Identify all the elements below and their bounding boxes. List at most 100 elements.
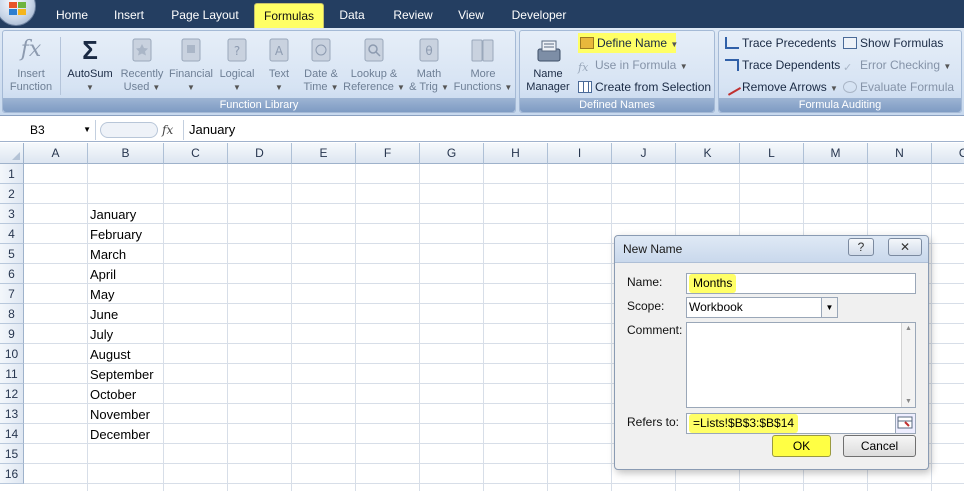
tab-page-layout[interactable]: Page Layout [162, 0, 248, 28]
column-header-k[interactable]: K [676, 143, 740, 164]
collapse-dialog-icon[interactable] [895, 414, 915, 433]
comment-textarea[interactable]: ▲ ▼ [686, 322, 916, 408]
row-header-15[interactable]: 15 [0, 444, 24, 464]
cancel-button[interactable]: Cancel [843, 435, 916, 457]
column-header-d[interactable]: D [228, 143, 292, 164]
financial-button[interactable]: Financial ▼ [167, 33, 215, 99]
evaluate-formula-button[interactable]: Evaluate Formula [843, 77, 954, 97]
tab-home[interactable]: Home [46, 0, 98, 28]
column-header-n[interactable]: N [868, 143, 932, 164]
formula-input[interactable]: January [183, 120, 964, 140]
row-header-3[interactable]: 3 [0, 204, 24, 224]
row-header-12[interactable]: 12 [0, 384, 24, 404]
logical-button[interactable]: ? Logical ▼ [215, 33, 259, 99]
cell-b14[interactable]: December [88, 424, 164, 444]
cell-b13[interactable]: November [88, 404, 164, 424]
column-header-e[interactable]: E [292, 143, 356, 164]
define-name-button[interactable]: Define Name ▼ [578, 33, 678, 53]
help-button[interactable]: ? [848, 238, 874, 256]
name-manager-button[interactable]: Name Manager [522, 33, 574, 99]
autosum-button[interactable]: Σ AutoSum ▼ [63, 33, 117, 99]
close-button[interactable]: ✕ [888, 238, 922, 256]
tab-formulas[interactable]: Formulas [254, 3, 324, 28]
formula-bar-resize-handle[interactable] [100, 122, 158, 138]
remove-arrows-button[interactable]: Remove Arrows ▼ [722, 77, 838, 97]
formula-auditing-group: Trace Precedents Trace Dependents Remove… [718, 30, 962, 113]
date-time-button[interactable]: Date & Time ▼ [299, 33, 343, 99]
show-formulas-button[interactable]: Show Formulas [843, 33, 943, 53]
row-header-4[interactable]: 4 [0, 224, 24, 244]
gridline-vertical [227, 164, 228, 491]
cell-b12[interactable]: October [88, 384, 164, 404]
column-header-m[interactable]: M [804, 143, 868, 164]
row-header-16[interactable]: 16 [0, 464, 24, 484]
cell-b11[interactable]: September [88, 364, 164, 384]
recently-used-button[interactable]: Recently Used ▼ [117, 33, 167, 99]
column-header-a[interactable]: A [24, 143, 88, 164]
insert-function-fx-icon[interactable]: fx [162, 120, 173, 140]
cell-b9[interactable]: July [88, 324, 164, 344]
dialog-title-bar[interactable]: New Name ? ✕ [615, 236, 928, 263]
error-checking-button[interactable]: ✓ Error Checking ▼ [843, 55, 951, 75]
chevron-down-icon: ▼ [679, 62, 688, 71]
tab-developer[interactable]: Developer [504, 0, 574, 28]
cell-b10[interactable]: August [88, 344, 164, 364]
scope-select[interactable]: Workbook ▼ [686, 297, 838, 318]
range-select-icon [897, 416, 913, 429]
row-header-8[interactable]: 8 [0, 304, 24, 324]
tab-insert[interactable]: Insert [104, 0, 154, 28]
column-header-i[interactable]: I [548, 143, 612, 164]
row-header-5[interactable]: 5 [0, 244, 24, 264]
row-header-9[interactable]: 9 [0, 324, 24, 344]
cell-b8[interactable]: June [88, 304, 164, 324]
row-header-7[interactable]: 7 [0, 284, 24, 304]
row-header-2[interactable]: 2 [0, 184, 24, 204]
row-header-1[interactable]: 1 [0, 164, 24, 184]
row-header-10[interactable]: 10 [0, 344, 24, 364]
refers-to-input[interactable]: =Lists!$B$3:$B$14 [686, 413, 916, 434]
column-header-b[interactable]: B [88, 143, 164, 164]
math-trig-button[interactable]: θ Math & Trig ▼ [405, 33, 453, 99]
office-button[interactable] [0, 0, 36, 26]
cell-b6[interactable]: April [88, 264, 164, 284]
book-star-icon [132, 38, 152, 62]
row-header-11[interactable]: 11 [0, 364, 24, 384]
tab-view[interactable]: View [450, 0, 492, 28]
defined-names-group: Name Manager Define Name ▼ fx Use in Form… [519, 30, 715, 113]
insert-function-button[interactable]: fx Insert Function [5, 33, 57, 99]
date-time-label-1: Date & [304, 68, 338, 80]
column-header-j[interactable]: J [612, 143, 676, 164]
lookup-reference-button[interactable]: Lookup & Reference ▼ [343, 33, 405, 99]
ok-button[interactable]: OK [772, 435, 831, 457]
create-from-selection-button[interactable]: Create from Selection [578, 77, 711, 97]
column-header-h[interactable]: H [484, 143, 548, 164]
name-input[interactable]: Months [686, 273, 916, 294]
name-box[interactable]: B3 ▼ [0, 120, 96, 140]
more-functions-button[interactable]: More Functions ▼ [453, 33, 513, 99]
column-header-o[interactable]: O [932, 143, 964, 164]
comment-scrollbar[interactable]: ▲ ▼ [901, 323, 915, 407]
row-header-13[interactable]: 13 [0, 404, 24, 424]
text-functions-button[interactable]: A Text ▼ [259, 33, 299, 99]
cell-b5[interactable]: March [88, 244, 164, 264]
trace-dependents-button[interactable]: Trace Dependents [725, 55, 840, 75]
cell-b4[interactable]: February [88, 224, 164, 244]
use-in-formula-button[interactable]: fx Use in Formula ▼ [578, 55, 688, 75]
row-header-14[interactable]: 14 [0, 424, 24, 444]
evaluate-formula-icon [843, 81, 857, 93]
column-header-g[interactable]: G [420, 143, 484, 164]
chevron-down-icon[interactable]: ▼ [821, 298, 837, 317]
tab-data[interactable]: Data [330, 0, 374, 28]
tab-review[interactable]: Review [386, 0, 440, 28]
cell-b7[interactable]: May [88, 284, 164, 304]
column-header-c[interactable]: C [164, 143, 228, 164]
row-header-6[interactable]: 6 [0, 264, 24, 284]
scroll-down-icon[interactable]: ▼ [902, 398, 915, 405]
chevron-down-icon[interactable]: ▼ [83, 120, 91, 140]
column-header-l[interactable]: L [740, 143, 804, 164]
cell-b3[interactable]: January [88, 204, 164, 224]
select-all-corner[interactable] [0, 143, 24, 164]
scroll-up-icon[interactable]: ▲ [902, 325, 915, 332]
column-header-f[interactable]: F [356, 143, 420, 164]
trace-precedents-button[interactable]: Trace Precedents [725, 33, 836, 53]
